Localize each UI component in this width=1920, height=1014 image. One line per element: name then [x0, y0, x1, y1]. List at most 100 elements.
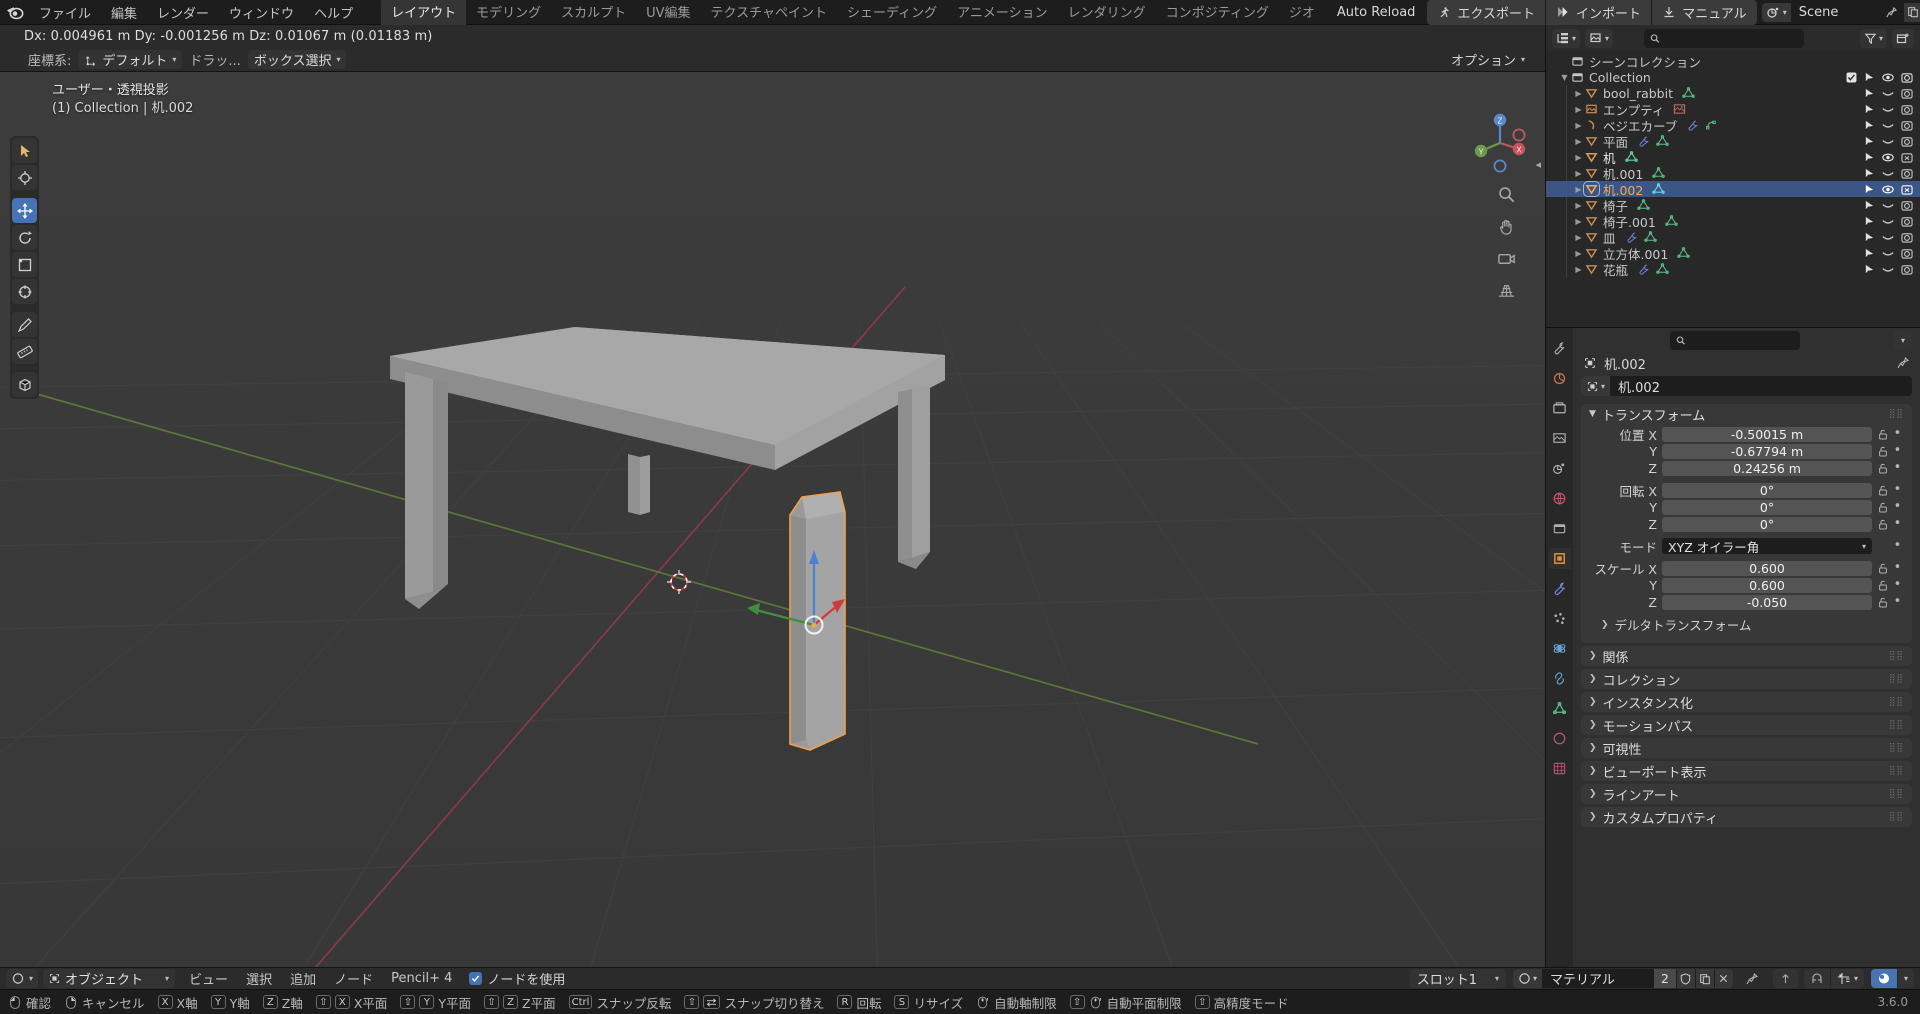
tab-sculpt[interactable]: スカルプト — [551, 0, 636, 26]
proportional-edit-button[interactable] — [1870, 969, 1898, 988]
annotate-tool-button[interactable] — [12, 312, 37, 337]
lock-icon[interactable] — [1877, 485, 1888, 496]
animate-dot-icon[interactable]: • — [1893, 444, 1902, 457]
scale-z-input[interactable]: -0.050 — [1662, 594, 1872, 610]
camera-render-icon[interactable] — [1901, 136, 1913, 147]
properties-tab-modifiers[interactable] — [1549, 578, 1571, 599]
eye-closed-icon[interactable] — [1882, 136, 1894, 147]
eye-open-icon[interactable] — [1882, 72, 1894, 83]
mesh-data-icon[interactable] — [1637, 199, 1650, 211]
outliner-row-vase[interactable]: ▶ 花瓶 — [1546, 261, 1920, 278]
outliner-row-collection[interactable]: ▼ Collection — [1546, 69, 1920, 85]
disclosure-triangle-icon[interactable]: ▶ — [1572, 105, 1585, 114]
tab-modeling[interactable]: モデリング — [466, 0, 551, 26]
camera-render-icon[interactable] — [1901, 104, 1913, 115]
outliner-search-input[interactable] — [1643, 28, 1804, 48]
camera-render-icon[interactable] — [1901, 216, 1913, 227]
modifier-icon[interactable] — [1686, 119, 1699, 131]
arrow-select-icon[interactable] — [1864, 264, 1875, 275]
arrow-select-icon[interactable] — [1864, 232, 1875, 243]
properties-options-popover[interactable]: ▾ — [1894, 331, 1912, 349]
properties-search-text[interactable] — [1690, 333, 1794, 347]
pan-navigate-button[interactable] — [1494, 214, 1519, 239]
material-selector[interactable]: ▾ マテリアル 2 — [1513, 969, 1733, 988]
outliner-id-filter-selector[interactable]: ▾ — [1585, 28, 1614, 48]
properties-tab-particles[interactable] — [1549, 608, 1571, 629]
camera-render-icon[interactable] — [1901, 232, 1913, 243]
mesh-data-icon[interactable] — [1677, 247, 1691, 259]
object-name-field[interactable]: ▾ 机.002 — [1581, 376, 1912, 396]
snap-parent-button[interactable] — [1773, 969, 1798, 988]
shield-icon[interactable] — [1675, 969, 1695, 988]
disclosure-triangle-icon[interactable]: ▶ — [1572, 153, 1585, 162]
disclosure-triangle-icon[interactable]: ▶ — [1572, 217, 1585, 226]
menu-render[interactable]: レンダー — [147, 0, 219, 25]
visibility-panel[interactable]: ❯ 可視性 ⣿⣿ — [1581, 738, 1912, 758]
properties-tab-viewlayer[interactable] — [1549, 428, 1571, 449]
material-users-count[interactable]: 2 — [1654, 969, 1676, 988]
object-name-value[interactable]: 机.002 — [1610, 377, 1660, 396]
rotation-x-input[interactable]: 0° — [1662, 482, 1872, 498]
arrow-select-icon[interactable] — [1864, 120, 1875, 131]
auto-reload-label[interactable]: Auto Reload — [1325, 5, 1428, 20]
eye-closed-icon[interactable] — [1882, 264, 1894, 275]
mode-selector[interactable]: オブジェクト ▾ — [43, 969, 176, 988]
lock-icon[interactable] — [1877, 563, 1888, 574]
sidebar-collapse-arrow-icon[interactable]: ◂ — [1535, 158, 1541, 171]
modifier-icon[interactable] — [1637, 135, 1650, 147]
delta-transform-subpanel[interactable]: ❯ デルタトランスフォーム — [1591, 611, 1902, 636]
move-tool-button[interactable] — [12, 198, 37, 223]
camera-render-icon[interactable] — [1901, 168, 1913, 179]
lock-icon[interactable] — [1877, 446, 1888, 457]
measure-tool-button[interactable] — [12, 339, 37, 364]
pin-icon[interactable] — [1741, 972, 1763, 986]
camera-render-off-icon[interactable] — [1901, 184, 1913, 195]
arrow-select-icon[interactable] — [1864, 200, 1875, 211]
lock-icon[interactable] — [1877, 429, 1888, 440]
rotation-z-input[interactable]: 0° — [1662, 516, 1872, 532]
menu-add[interactable]: 追加 — [281, 967, 325, 990]
eye-closed-icon[interactable] — [1882, 248, 1894, 259]
mesh-data-icon[interactable] — [1624, 151, 1638, 163]
camera-render-icon[interactable] — [1901, 248, 1913, 259]
disclosure-triangle-icon[interactable]: ▶ — [1572, 233, 1585, 242]
eye-closed-icon[interactable] — [1882, 232, 1894, 243]
export-button[interactable]: エクスポート — [1427, 0, 1547, 25]
curve-data-icon[interactable] — [1705, 119, 1718, 131]
tab-compositing[interactable]: コンポジティング — [1156, 0, 1279, 26]
mesh-data-icon[interactable] — [1665, 215, 1678, 227]
mesh-data-icon[interactable] — [1643, 231, 1657, 243]
eye-open-icon[interactable] — [1882, 184, 1894, 195]
mesh-data-icon[interactable] — [1656, 135, 1669, 147]
menu-help[interactable]: ヘルプ — [304, 0, 363, 25]
tab-shading[interactable]: シェーディング — [837, 0, 947, 26]
tab-texture-paint[interactable]: テクスチャペイント — [701, 0, 837, 26]
magnet-snap-button[interactable] — [1804, 969, 1831, 988]
arrow-select-icon[interactable] — [1864, 152, 1875, 163]
eye-closed-icon[interactable] — [1882, 104, 1894, 115]
properties-tab-data[interactable] — [1549, 698, 1571, 719]
scale-x-input[interactable]: 0.600 — [1662, 560, 1872, 576]
location-x-input[interactable]: -0.50015 m — [1662, 426, 1872, 442]
camera-view-button[interactable] — [1494, 246, 1519, 271]
disclosure-triangle-icon[interactable]: ▶ — [1572, 169, 1585, 178]
object-props-icon[interactable]: ▾ — [1581, 376, 1611, 396]
lock-icon[interactable] — [1877, 463, 1888, 474]
animate-dot-icon[interactable]: • — [1893, 461, 1902, 474]
new-collection-button[interactable] — [1891, 28, 1914, 48]
material-sphere-icon[interactable]: ▾ — [1513, 969, 1543, 988]
use-nodes-checkbox[interactable]: ノードを使用 — [469, 969, 565, 988]
outliner-display-mode-selector[interactable]: ▾ — [1552, 28, 1581, 48]
eye-closed-icon[interactable] — [1882, 88, 1894, 99]
properties-tab-tool[interactable] — [1549, 338, 1571, 359]
viewport-display-panel[interactable]: ❯ ビューポート表示 ⣿⣿ — [1581, 761, 1912, 781]
add-cube-tool-button[interactable] — [12, 372, 37, 397]
arrow-select-icon[interactable] — [1864, 216, 1875, 227]
disclosure-triangle-icon[interactable]: ▶ — [1572, 121, 1585, 130]
disclosure-triangle-icon[interactable]: ▶ — [1572, 249, 1585, 258]
animate-dot-icon[interactable]: • — [1893, 595, 1902, 608]
properties-tab-scene[interactable] — [1549, 458, 1571, 479]
arrow-select-icon[interactable] — [1864, 184, 1875, 195]
lock-icon[interactable] — [1877, 519, 1888, 530]
image-data-icon[interactable] — [1673, 103, 1686, 115]
